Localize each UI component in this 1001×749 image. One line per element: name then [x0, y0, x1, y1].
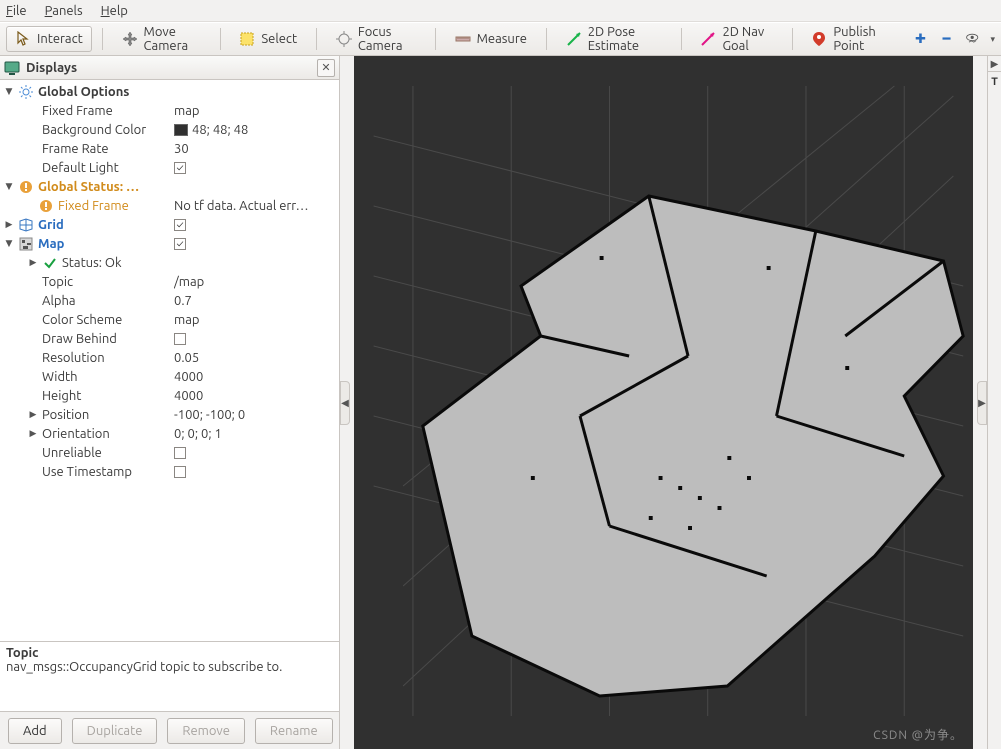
main-area: Displays ✕ ▼ Global Options Fixed Framem…	[0, 56, 1001, 749]
tree-row[interactable]: Background Color48; 48; 48	[0, 120, 339, 139]
toolbar-separator	[102, 28, 103, 50]
description-title: Topic	[6, 646, 333, 660]
close-panel-button[interactable]: ✕	[317, 59, 335, 77]
color-swatch	[174, 124, 188, 136]
check-icon	[42, 255, 58, 271]
toolbar-separator	[435, 28, 436, 50]
expand-left-handle[interactable]: ◀	[340, 381, 350, 425]
tree-grid[interactable]: ▶ Grid ✓	[0, 215, 339, 234]
pose-estimate-label: 2D Pose Estimate	[588, 25, 662, 53]
view-container: ◀	[340, 56, 987, 749]
measure-button[interactable]: Measure	[446, 26, 536, 52]
checkbox[interactable]	[174, 447, 186, 459]
remove-tool-button[interactable]: ━	[939, 31, 955, 47]
displays-tree[interactable]: ▼ Global Options Fixed Framemap Backgrou…	[0, 80, 339, 641]
toolbar: Interact Move Camera Select Focus Camera…	[0, 22, 1001, 56]
nav-goal-button[interactable]: 2D Nav Goal	[691, 20, 781, 58]
checkbox[interactable]	[174, 333, 186, 345]
menu-help[interactable]: Help	[101, 4, 128, 18]
tree-row[interactable]: Fixed Frame No tf data. Actual err…	[0, 196, 339, 215]
move-camera-icon	[122, 31, 138, 47]
interact-icon	[15, 31, 31, 47]
menu-file[interactable]: File	[6, 4, 27, 18]
tree-row[interactable]: Use Timestamp	[0, 462, 339, 481]
pose-estimate-icon	[566, 31, 582, 47]
toolbar-separator	[681, 28, 682, 50]
measure-icon	[455, 31, 471, 47]
panel-buttons: Add Duplicate Remove Rename	[0, 711, 339, 749]
focus-camera-label: Focus Camera	[358, 25, 416, 53]
publish-point-button[interactable]: Publish Point	[802, 20, 896, 58]
focus-camera-button[interactable]: Focus Camera	[327, 20, 425, 58]
displays-title: Displays	[26, 61, 311, 75]
tree-row[interactable]: Color Schememap	[0, 310, 339, 329]
publish-point-icon	[811, 31, 827, 47]
map-icon	[18, 236, 34, 252]
select-icon	[239, 31, 255, 47]
tree-row[interactable]: ▶Orientation0; 0; 0; 1	[0, 424, 339, 443]
pose-estimate-button[interactable]: 2D Pose Estimate	[557, 20, 671, 58]
nav-goal-label: 2D Nav Goal	[722, 25, 772, 53]
interact-button[interactable]: Interact	[6, 26, 92, 52]
select-button[interactable]: Select	[230, 26, 306, 52]
tree-row[interactable]: Resolution0.05	[0, 348, 339, 367]
checkbox[interactable]: ✓	[174, 219, 186, 231]
expand-right-handle[interactable]: ▶	[977, 381, 987, 425]
tree-map[interactable]: ▼ Map ✓	[0, 234, 339, 253]
add-tool-button[interactable]: ✚	[913, 31, 929, 47]
menu-bar: File Panels Help	[0, 0, 1001, 22]
tree-row[interactable]: Draw Behind	[0, 329, 339, 348]
right-sidebar: ▶ T	[987, 56, 1001, 749]
right-tab-label[interactable]: T	[988, 72, 1001, 92]
description-body: nav_msgs::OccupancyGrid topic to subscri…	[6, 660, 333, 674]
visibility-icon[interactable]	[965, 31, 981, 47]
checkbox[interactable]	[174, 466, 186, 478]
tree-row[interactable]: Alpha0.7	[0, 291, 339, 310]
move-camera-label: Move Camera	[144, 25, 201, 53]
watermark: CSDN @为争。	[873, 726, 963, 743]
checkbox[interactable]: ✓	[174, 162, 186, 174]
duplicate-button[interactable]: Duplicate	[72, 718, 158, 744]
tree-row[interactable]: Default Light✓	[0, 158, 339, 177]
rename-button[interactable]: Rename	[255, 718, 333, 744]
tree-row[interactable]: Frame Rate30	[0, 139, 339, 158]
tree-row[interactable]: Unreliable	[0, 443, 339, 462]
tree-global-options[interactable]: ▼ Global Options	[0, 82, 339, 101]
3d-view[interactable]: CSDN @为争。	[354, 56, 973, 749]
displays-panel: Displays ✕ ▼ Global Options Fixed Framem…	[0, 56, 340, 749]
tree-row[interactable]: Width4000	[0, 367, 339, 386]
warning-icon	[18, 179, 34, 195]
publish-point-label: Publish Point	[833, 25, 887, 53]
interact-label: Interact	[37, 32, 83, 46]
displays-icon	[4, 60, 20, 76]
add-button[interactable]: Add	[8, 718, 62, 744]
tree-row[interactable]: Topic/map	[0, 272, 339, 291]
tree-row[interactable]: ▶ Status: Ok	[0, 253, 339, 272]
toolbar-separator	[792, 28, 793, 50]
move-camera-button[interactable]: Move Camera	[113, 20, 210, 58]
menu-panels[interactable]: Panels	[45, 4, 83, 18]
checkbox[interactable]: ✓	[174, 238, 186, 250]
toolbar-separator	[316, 28, 317, 50]
measure-label: Measure	[477, 32, 527, 46]
expand-right-panel-button[interactable]: ▶	[988, 56, 1001, 72]
warning-icon	[38, 198, 54, 214]
grid-icon	[18, 217, 34, 233]
tree-global-status[interactable]: ▼ Global Status: …	[0, 177, 339, 196]
displays-panel-header[interactable]: Displays ✕	[0, 56, 339, 80]
gear-icon	[18, 84, 34, 100]
toolbar-right-controls: ✚ ━ ▾	[913, 31, 996, 47]
nav-goal-icon	[700, 31, 716, 47]
focus-camera-icon	[336, 31, 352, 47]
select-label: Select	[261, 32, 297, 46]
tree-row[interactable]: Fixed Framemap	[0, 101, 339, 120]
description-panel: Topic nav_msgs::OccupancyGrid topic to s…	[0, 641, 339, 711]
toolbar-separator	[220, 28, 221, 50]
tree-row[interactable]: ▶Position-100; -100; 0	[0, 405, 339, 424]
toolbar-separator	[546, 28, 547, 50]
tree-row[interactable]: Height4000	[0, 386, 339, 405]
remove-button[interactable]: Remove	[167, 718, 245, 744]
